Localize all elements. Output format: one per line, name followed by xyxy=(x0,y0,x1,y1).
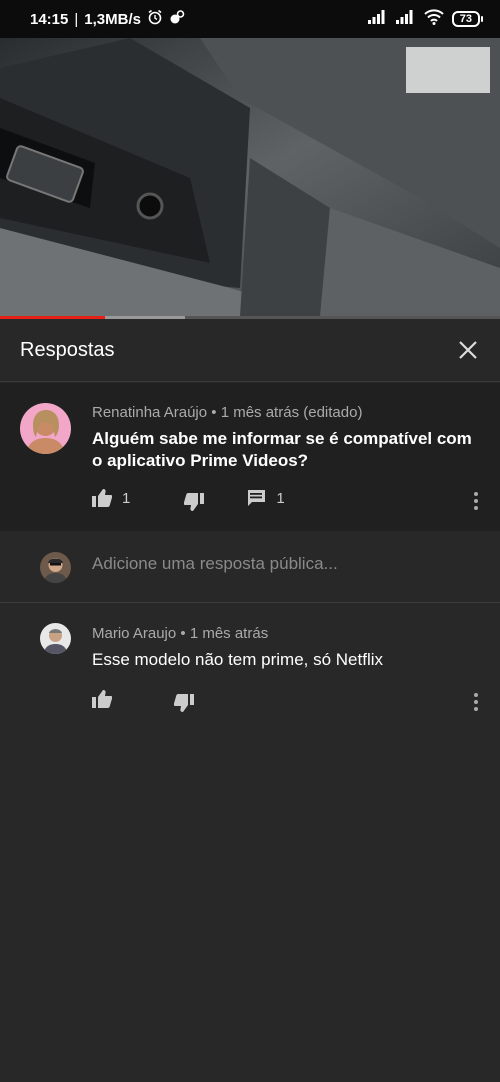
reply-time: 1 mês atrás xyxy=(189,625,269,642)
reply-dislike-button[interactable] xyxy=(174,690,194,712)
like-count: 1 xyxy=(122,489,131,507)
close-icon xyxy=(459,341,477,359)
more-dot-icon xyxy=(474,700,478,704)
like-button[interactable]: 1 xyxy=(92,489,130,507)
reply-count: 1 xyxy=(276,489,285,507)
battery-indicator: 73 xyxy=(451,11,484,27)
reply-actions xyxy=(92,690,194,712)
avatar[interactable] xyxy=(20,403,71,454)
thumbs-up-icon xyxy=(92,690,112,708)
reply-count-button[interactable]: 1 xyxy=(246,489,285,507)
reply-like-button[interactable] xyxy=(92,690,112,708)
status-bar: 14:15 | 1,3MB/s 73 xyxy=(0,0,500,38)
meta-dot: • xyxy=(180,625,186,642)
wifi-icon xyxy=(424,8,444,30)
reply-avatar-image xyxy=(40,623,71,654)
notification-icon xyxy=(169,9,185,29)
parent-more-options[interactable] xyxy=(468,492,484,510)
video-player[interactable] xyxy=(0,38,500,316)
reply-more-options[interactable] xyxy=(468,693,484,711)
reply-avatar[interactable] xyxy=(40,623,71,654)
thumbs-down-icon xyxy=(174,694,194,712)
reply-meta: Mario Araujo • 1 mês atrás xyxy=(92,625,268,642)
reply-text: Esse modelo não tem prime, só Netflix xyxy=(92,650,384,669)
dislike-button[interactable] xyxy=(184,489,205,511)
comment-time: 1 mês atrás (editado) xyxy=(220,404,363,421)
panel-title: Respostas xyxy=(20,338,115,361)
comment-icon xyxy=(247,490,266,506)
signal-icon-1 xyxy=(367,9,388,29)
status-time: 14:15 xyxy=(30,10,69,28)
parent-comment: Renatinha Araújo • 1 mês atrás (editado)… xyxy=(0,383,500,531)
user-avatar-image xyxy=(40,552,71,583)
video-frame xyxy=(0,38,500,316)
status-separator: | xyxy=(74,10,79,28)
replies-header: Respostas xyxy=(0,319,500,382)
status-right: 73 xyxy=(367,8,484,30)
reply-input[interactable] xyxy=(92,554,462,574)
comment-actions: 1 1 xyxy=(92,489,285,511)
reply-item: Mario Araujo • 1 mês atrás Esse modelo n… xyxy=(0,604,500,734)
reply-composer xyxy=(0,531,500,603)
author-name[interactable]: Renatinha Araújo xyxy=(92,404,207,421)
status-left: 14:15 | 1,3MB/s xyxy=(30,9,185,29)
more-dot-icon xyxy=(474,499,478,503)
reply-author-name[interactable]: Mario Araujo xyxy=(92,625,176,642)
more-dot-icon xyxy=(474,506,478,510)
close-button[interactable] xyxy=(456,338,480,362)
comment-text: Alguém sabe me informar se é compatível … xyxy=(92,429,472,470)
alarm-icon xyxy=(147,9,163,29)
more-dot-icon xyxy=(474,707,478,711)
more-dot-icon xyxy=(474,492,478,496)
more-dot-icon xyxy=(474,693,478,697)
thumbs-up-icon xyxy=(92,489,112,507)
network-speed: 1,3MB/s xyxy=(84,10,141,28)
thumbs-down-icon xyxy=(184,493,205,511)
meta-dot: • xyxy=(211,404,217,421)
signal-icon-2 xyxy=(395,9,416,29)
avatar-image xyxy=(20,403,71,454)
user-avatar xyxy=(40,552,71,583)
comment-meta: Renatinha Araújo • 1 mês atrás (editado) xyxy=(92,404,362,421)
